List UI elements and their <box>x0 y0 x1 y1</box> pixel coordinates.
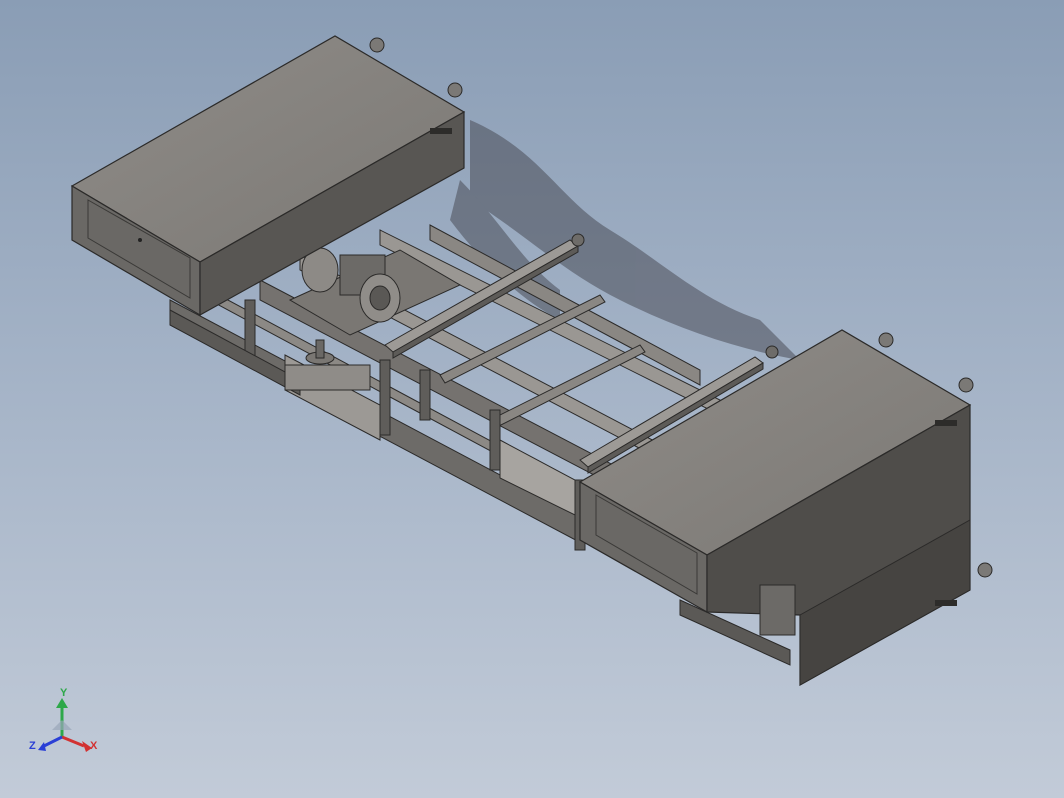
y-arrowhead <box>56 698 68 708</box>
triad-y-label: Y <box>60 687 68 699</box>
triad-z-label: Z <box>29 740 36 752</box>
triad-arrows <box>38 698 92 752</box>
z-axis-arrow <box>41 735 63 749</box>
triad-x-label: X <box>90 740 98 752</box>
x-axis-arrow <box>61 735 85 748</box>
cad-viewport[interactable]: Y X Z <box>0 0 1064 798</box>
z-arrowhead <box>38 742 46 751</box>
